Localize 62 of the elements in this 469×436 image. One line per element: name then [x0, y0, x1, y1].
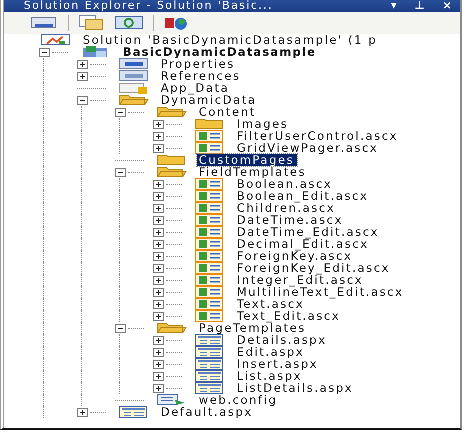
expand-icon[interactable]: [153, 204, 164, 212]
expand-icon[interactable]: [153, 300, 164, 308]
expand-icon[interactable]: [153, 312, 164, 320]
expand-icon[interactable]: [153, 276, 164, 284]
refresh-icon[interactable]: [115, 15, 145, 31]
expand-icon[interactable]: [153, 132, 164, 140]
tree-item[interactable]: GridViewPager.ascx: [235, 142, 381, 154]
expand-icon[interactable]: [153, 336, 164, 344]
expand-icon[interactable]: [153, 264, 164, 272]
tree-item[interactable]: Default.aspx: [159, 406, 256, 418]
tree-item[interactable]: PageTemplates: [197, 322, 308, 334]
expand-icon[interactable]: [153, 180, 164, 188]
expand-icon[interactable]: [77, 72, 88, 80]
tree-item[interactable]: List.aspx: [235, 370, 304, 382]
tree-item[interactable]: Text_Edit.ascx: [235, 310, 343, 322]
tree-item[interactable]: FieldTemplates: [197, 166, 308, 178]
tree-item[interactable]: FilterUserControl.ascx: [235, 130, 400, 142]
expand-icon[interactable]: [153, 348, 164, 356]
tree-item[interactable]: Children.ascx: [235, 202, 338, 214]
tree-item[interactable]: web.config: [197, 394, 280, 406]
expand-icon[interactable]: [153, 228, 164, 236]
expand-icon[interactable]: [153, 252, 164, 260]
tree-item[interactable]: DynamicData: [159, 94, 259, 106]
expand-icon[interactable]: [153, 216, 164, 224]
expand-icon[interactable]: [153, 360, 164, 368]
tree-item[interactable]: Boolean.ascx: [235, 178, 335, 190]
tree-item[interactable]: CustomPages: [197, 154, 296, 166]
collapse-icon[interactable]: [115, 168, 126, 176]
tree-item[interactable]: Text.ascx: [235, 298, 306, 310]
expand-icon[interactable]: [77, 408, 88, 416]
tree-item[interactable]: MultilineText_Edit.ascx: [235, 286, 406, 298]
expand-icon[interactable]: [153, 288, 164, 296]
tree-item[interactable]: Insert.aspx: [235, 358, 320, 370]
tree-item[interactable]: Content: [197, 106, 258, 118]
tree-item[interactable]: Properties: [159, 58, 238, 70]
expand-icon[interactable]: [77, 60, 88, 68]
tree-item[interactable]: ForeignKey_Edit.ascx: [235, 262, 392, 274]
tree-item[interactable]: References: [159, 70, 243, 82]
tree-item[interactable]: Integer_Edit.ascx: [235, 274, 366, 286]
tree-item[interactable]: ListDetails.aspx: [235, 382, 356, 394]
tree-item[interactable]: App_Data: [159, 82, 232, 94]
tree-item[interactable]: Decimal_Edit.ascx: [235, 238, 371, 250]
tree-item[interactable]: BasicDynamicDatasample: [121, 46, 318, 58]
tree-item[interactable]: ForeignKey.ascx: [235, 250, 355, 262]
window-title: Solution Explorer - Solution 'Basic...: [24, 0, 274, 12]
tree-item[interactable]: DateTime.ascx: [235, 214, 346, 226]
collapse-icon[interactable]: [39, 48, 50, 56]
expand-icon[interactable]: [153, 192, 164, 200]
tree-item[interactable]: Solution 'BasicDynamicDatasample' (1 p: [81, 34, 380, 46]
collapse-icon[interactable]: [115, 108, 126, 116]
tree-item[interactable]: DateTime_Edit.ascx: [235, 226, 382, 238]
expand-icon[interactable]: [153, 144, 164, 152]
collapse-icon[interactable]: [77, 96, 88, 104]
expand-icon[interactable]: [153, 120, 164, 128]
tree-item[interactable]: Images: [235, 118, 291, 130]
expand-icon[interactable]: [153, 372, 164, 380]
expand-icon[interactable]: [153, 384, 164, 392]
tree-item[interactable]: Edit.aspx: [235, 346, 306, 358]
tree-item[interactable]: Details.aspx: [235, 334, 329, 346]
collapse-icon[interactable]: [115, 324, 126, 332]
expand-icon[interactable]: [153, 240, 164, 248]
tree-item[interactable]: Boolean_Edit.ascx: [235, 190, 371, 202]
